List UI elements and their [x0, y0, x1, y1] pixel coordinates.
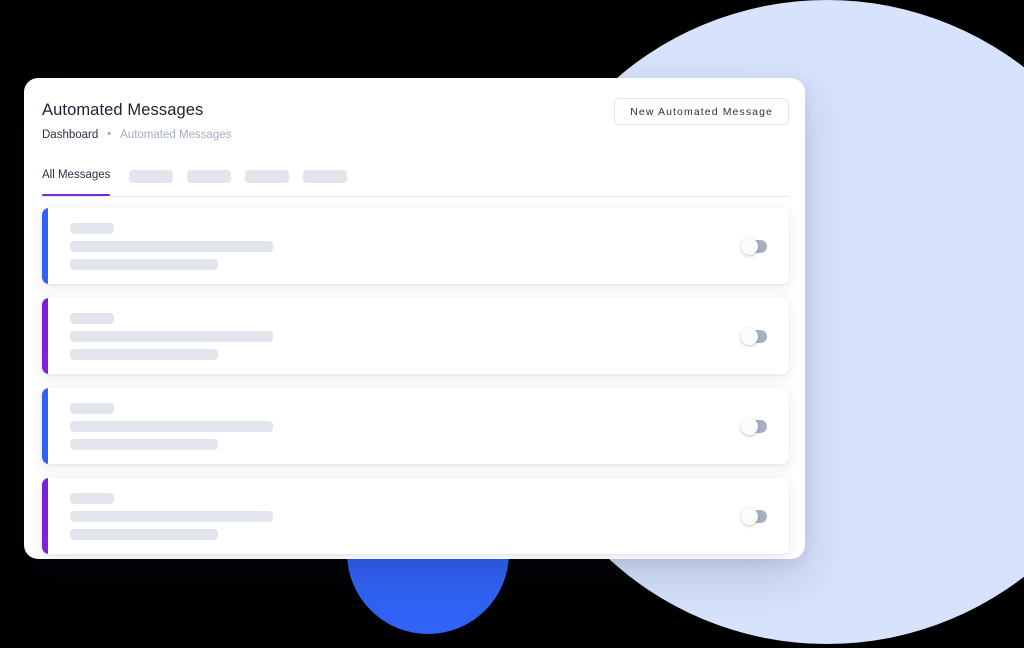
toggle-knob	[741, 237, 758, 255]
tab-placeholder-3-bar	[245, 170, 290, 183]
skeleton-line-title	[70, 312, 114, 324]
toggle-knob	[741, 507, 758, 525]
tab-bar: All Messages	[42, 168, 789, 197]
card-accent-bar	[42, 298, 48, 374]
skeleton-line-primary	[70, 420, 273, 432]
toggle-knob	[741, 417, 758, 435]
card-content	[42, 492, 742, 540]
skeleton-line-title	[70, 222, 114, 234]
card-accent-bar	[42, 388, 48, 464]
card-accent-bar	[42, 208, 48, 284]
message-card[interactable]	[42, 478, 789, 554]
tab-placeholder-4[interactable]	[303, 168, 348, 184]
breadcrumb-separator-icon: •	[107, 128, 112, 140]
breadcrumb-item-current: Automated Messages	[120, 129, 232, 141]
skeleton-line-secondary	[70, 528, 218, 540]
message-card[interactable]	[42, 298, 789, 374]
message-card[interactable]	[42, 208, 789, 284]
skeleton-line-title	[70, 402, 114, 414]
toggle-knob	[741, 327, 758, 345]
tab-placeholder-1-bar	[129, 170, 174, 183]
message-card[interactable]	[42, 388, 789, 464]
tab-placeholder-4-bar	[303, 170, 348, 183]
message-enabled-toggle[interactable]	[741, 417, 767, 435]
breadcrumb: Dashboard • Automated Messages	[42, 128, 783, 142]
automated-messages-panel: Automated Messages Dashboard • Automated…	[24, 78, 805, 559]
skeleton-line-secondary	[70, 348, 218, 360]
tab-placeholder-1[interactable]	[129, 168, 174, 184]
card-content	[42, 312, 742, 360]
skeleton-line-primary	[70, 240, 273, 252]
tab-placeholder-3[interactable]	[245, 168, 290, 184]
message-enabled-toggle[interactable]	[741, 237, 767, 255]
tab-placeholder-2[interactable]	[187, 168, 232, 184]
skeleton-line-primary	[70, 330, 273, 342]
skeleton-line-secondary	[70, 258, 218, 270]
new-automated-message-button[interactable]: New Automated Message	[614, 98, 789, 125]
skeleton-line-primary	[70, 510, 273, 522]
tab-placeholder-2-bar	[187, 170, 232, 183]
message-list	[24, 208, 805, 554]
message-enabled-toggle[interactable]	[741, 327, 767, 345]
card-accent-bar	[42, 478, 48, 554]
message-enabled-toggle[interactable]	[741, 507, 767, 525]
card-content	[42, 222, 742, 270]
skeleton-line-title	[70, 492, 114, 504]
card-content	[42, 402, 742, 450]
tab-all-messages[interactable]: All Messages	[42, 168, 111, 196]
panel-header: Automated Messages Dashboard • Automated…	[24, 78, 805, 142]
breadcrumb-item-dashboard[interactable]: Dashboard	[42, 128, 98, 142]
skeleton-line-secondary	[70, 438, 218, 450]
